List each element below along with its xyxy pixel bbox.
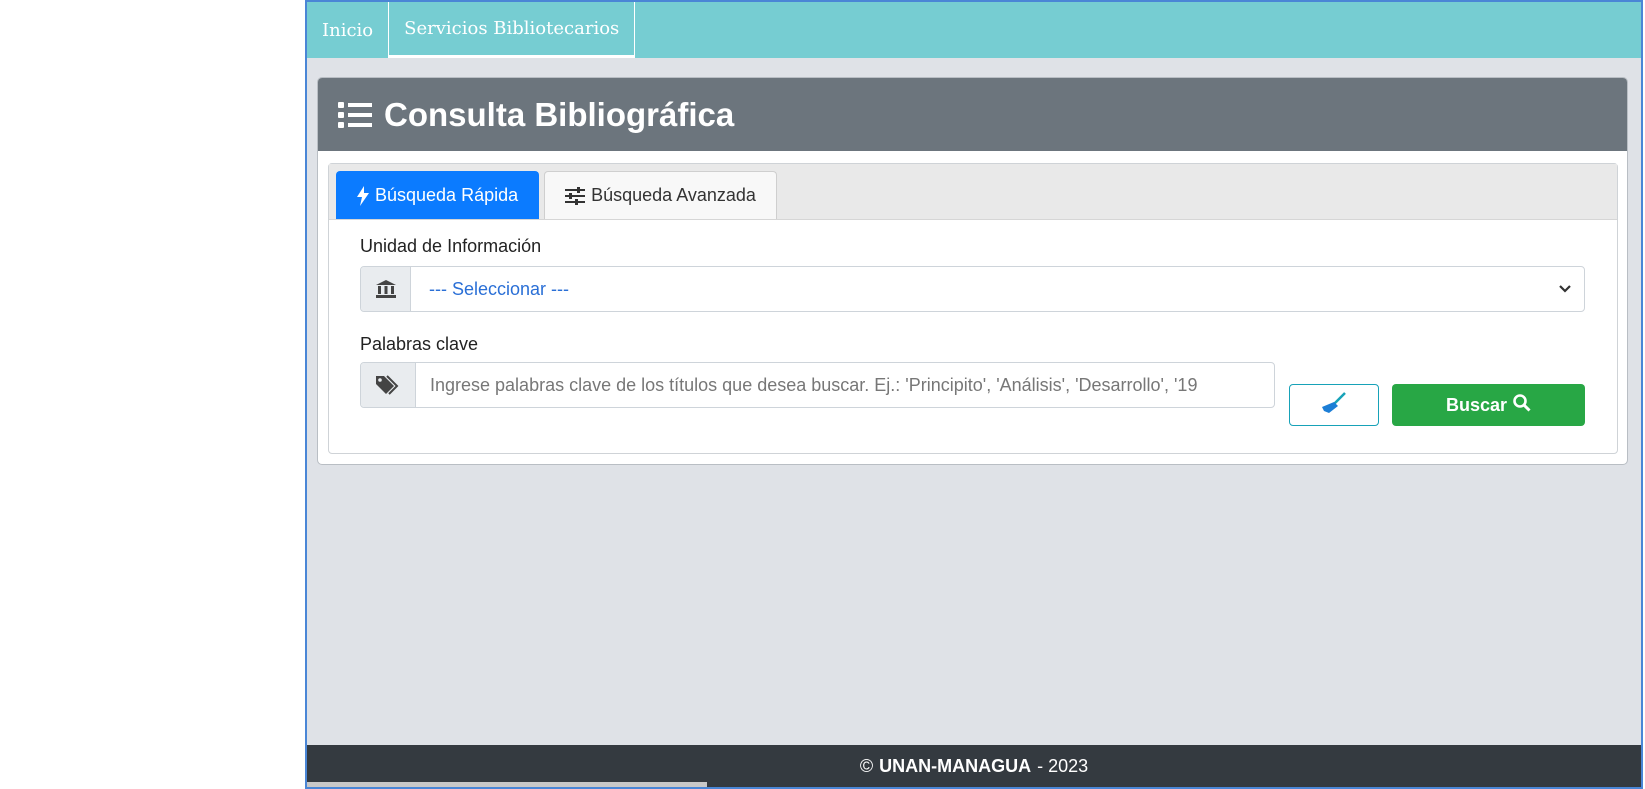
tab-bar: Búsqueda Rápida Búsqueda Avanzada (329, 164, 1617, 220)
unidad-select[interactable]: --- Seleccionar --- (411, 267, 1584, 311)
tab-busqueda-rapida[interactable]: Búsqueda Rápida (336, 171, 540, 219)
chevron-down-icon (1558, 280, 1572, 301)
sliders-icon (565, 186, 586, 205)
search-panel: Búsqueda Rápida Búsqueda Avanzada Unidad… (328, 163, 1618, 454)
browser-frame: Inicio Servicios Bibliotecarios Consulta… (305, 0, 1643, 789)
keywords-label: Palabras clave (360, 334, 479, 354)
bolt-icon (357, 185, 369, 206)
footer-year: - 2023 (1037, 755, 1089, 776)
unidad-selected-value: --- Seleccionar --- (429, 278, 570, 299)
tab-label: Búsqueda Rápida (375, 185, 519, 205)
broom-icon (1321, 391, 1347, 419)
institution-icon (361, 267, 411, 311)
footer-org: UNAN-MANAGUA (879, 755, 1032, 776)
search-button[interactable]: Buscar (1392, 384, 1585, 426)
unidad-label: Unidad de Información (360, 236, 542, 256)
unidad-select-group[interactable]: --- Seleccionar --- (360, 266, 1585, 312)
copyright-symbol: © (859, 755, 874, 776)
nav-item-inicio[interactable]: Inicio (307, 2, 390, 58)
horizontal-scrollbar[interactable] (307, 782, 707, 787)
keywords-input-group[interactable]: Ingrese palabras clave de los títulos qu… (360, 362, 1275, 408)
search-button-label: Buscar (1445, 394, 1508, 415)
tab-busqueda-avanzada[interactable]: Búsqueda Avanzada (544, 171, 777, 219)
tab-label: Búsqueda Avanzada (591, 185, 756, 205)
keywords-input[interactable]: Ingrese palabras clave de los títulos qu… (416, 363, 1274, 407)
list-icon (338, 100, 372, 130)
footer: © UNAN-MANAGUA - 2023 (307, 745, 1641, 787)
page-title: Consulta Bibliográfica (384, 95, 735, 133)
top-navigation: Inicio Servicios Bibliotecarios (307, 2, 1641, 58)
search-icon (1513, 393, 1531, 417)
nav-item-servicios[interactable]: Servicios Bibliotecarios (389, 2, 636, 58)
tags-icon (361, 363, 416, 407)
search-card: Consulta Bibliográfica Búsqueda Rápida B… (317, 77, 1628, 465)
card-header: Consulta Bibliográfica (318, 78, 1627, 151)
clear-button[interactable] (1289, 384, 1379, 426)
